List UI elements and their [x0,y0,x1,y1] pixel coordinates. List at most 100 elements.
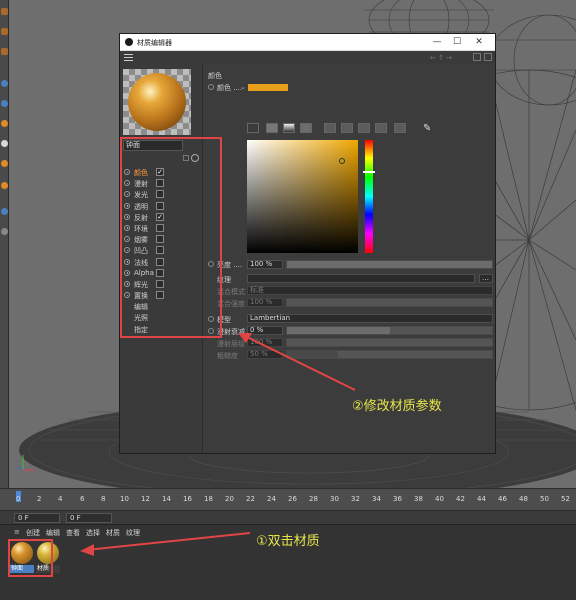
timeline-tick: 0 [16,495,21,503]
mix-strength-slider[interactable] [286,298,493,307]
timeline-tick: 48 [519,495,528,503]
timeline-tick: 6 [80,495,85,503]
timeline-tick: 14 [162,495,171,503]
end-frame-field[interactable]: 0 F [66,513,112,523]
diffuse-falloff-field[interactable]: 0 % [247,326,283,335]
color-mode-rgb-icon[interactable] [324,123,336,133]
tool-icon[interactable] [1,140,8,147]
color-mode-image-icon[interactable] [283,123,295,133]
tool-icon[interactable] [1,80,8,87]
window-title: 材质编辑器 [137,39,172,47]
timeline-tick: 32 [351,495,360,503]
brightness-field[interactable]: 100 % [247,260,283,269]
new-panel-icon[interactable] [484,53,492,61]
nav-arrows-icon[interactable]: ← ↑ → [430,54,452,62]
menu-edit[interactable]: 编辑 [46,528,60,538]
timeline-tick: 4 [58,495,63,503]
annotation-step1: ①双击材质 [256,534,320,549]
color-parameters-panel: 颜色 颜色 .... ⌄ ✎ 亮度 .... 100 % 纹理 … 混合模式 标… [204,64,495,453]
menu-create[interactable]: 创建 [26,528,40,538]
diffuse-level-field[interactable]: 100 % [247,338,283,347]
left-toolbar [0,0,9,488]
timeline-tick: 52 [561,495,570,503]
timeline-ruler[interactable]: 0 2 4 6 8 10 12 14 16 18 20 22 24 26 28 … [0,488,576,510]
roughness-slider[interactable] [286,350,493,359]
start-frame-field[interactable]: 0 F [14,513,60,523]
timeline-tick: 46 [498,495,507,503]
lock-icon[interactable] [473,53,481,61]
color-mode-wheel-icon[interactable] [247,123,259,133]
tool-icon[interactable] [1,48,8,55]
timeline-tick: 22 [246,495,255,503]
mix-strength-field[interactable]: 100 % [247,298,283,307]
color-mode-hex-icon[interactable] [375,123,387,133]
menu-texture[interactable]: 纹理 [126,528,140,538]
menu-hamburger-icon[interactable]: ≡ [14,528,20,536]
timeline-tick: 12 [141,495,150,503]
color-swatch[interactable] [248,84,288,91]
color-picker-cursor[interactable] [339,158,345,164]
hamburger-menu-icon[interactable] [124,54,133,61]
timeline-tick: 8 [101,495,106,503]
cinema4d-app-icon [125,38,133,46]
expand-arrow-icon[interactable]: ⌄ [240,83,246,91]
material-preview[interactable] [123,69,191,135]
tool-icon[interactable] [1,8,8,15]
model-select[interactable]: Lambertian [247,314,493,323]
mix-mode-select[interactable]: 标准 [247,286,493,295]
timeline-tick: 2 [37,495,42,503]
timeline-tick: 28 [309,495,318,503]
tool-icon[interactable] [1,182,8,189]
timeline-tick: 18 [204,495,213,503]
diffuse-level-slider[interactable] [286,338,493,347]
minimize-button[interactable]: — [430,36,444,48]
color-mode-swatch-icon[interactable] [394,123,406,133]
timeline-tick: 40 [435,495,444,503]
tool-icon[interactable] [1,120,8,127]
diffuse-falloff-slider[interactable] [286,326,493,335]
close-button[interactable]: ✕ [472,36,486,48]
section-title: 颜色 [208,72,222,80]
timeline-tick: 34 [372,495,381,503]
hue-indicator[interactable] [363,171,375,173]
roughness-label: 粗糙度 [217,352,238,360]
highlight-box-materials [8,539,53,577]
color-mode-spectrum-icon[interactable] [266,123,278,133]
color-mode-kelvin-icon[interactable] [358,123,370,133]
roughness-field[interactable]: 50 % [247,350,283,359]
menu-select[interactable]: 选择 [86,528,100,538]
maximize-button[interactable]: ☐ [450,36,464,48]
timeline-tick: 38 [414,495,423,503]
annotation-step2: ②修改材质参数 [352,399,442,414]
tool-icon[interactable] [1,160,8,167]
color-mode-mix-icon[interactable] [300,123,312,133]
brightness-slider[interactable] [286,260,493,269]
diffuse-level-label: 漫射层级 [217,340,245,348]
color-picker-square[interactable] [247,140,358,253]
timeline-tick: 26 [288,495,297,503]
window-titlebar[interactable]: 材质编辑器 — ☐ ✕ [120,34,495,51]
hue-slider[interactable] [365,140,373,253]
timeline-tick: 36 [393,495,402,503]
tool-icon[interactable] [1,208,8,215]
param-radio-icon[interactable] [208,84,214,90]
menu-material[interactable]: 材质 [106,528,120,538]
color-mode-hsv-icon[interactable] [341,123,353,133]
texture-field[interactable] [247,274,475,283]
timeline-tick: 10 [120,495,129,503]
eyedropper-icon[interactable]: ✎ [423,123,431,134]
color-label: 颜色 .... [217,84,243,92]
texture-browse-button[interactable]: … [479,274,493,283]
timeline-tick: 50 [540,495,549,503]
timeline-tick: 20 [225,495,234,503]
tool-icon[interactable] [1,28,8,35]
timeline-tick: 30 [330,495,339,503]
timeline-tick: 44 [477,495,486,503]
menu-view[interactable]: 查看 [66,528,80,538]
editor-toolbar: ← ↑ → [120,52,495,64]
tool-icon[interactable] [1,100,8,107]
timeline-tick: 42 [456,495,465,503]
preview-sphere [128,73,186,131]
highlight-box-channels [120,137,222,338]
tool-icon[interactable] [1,228,8,235]
